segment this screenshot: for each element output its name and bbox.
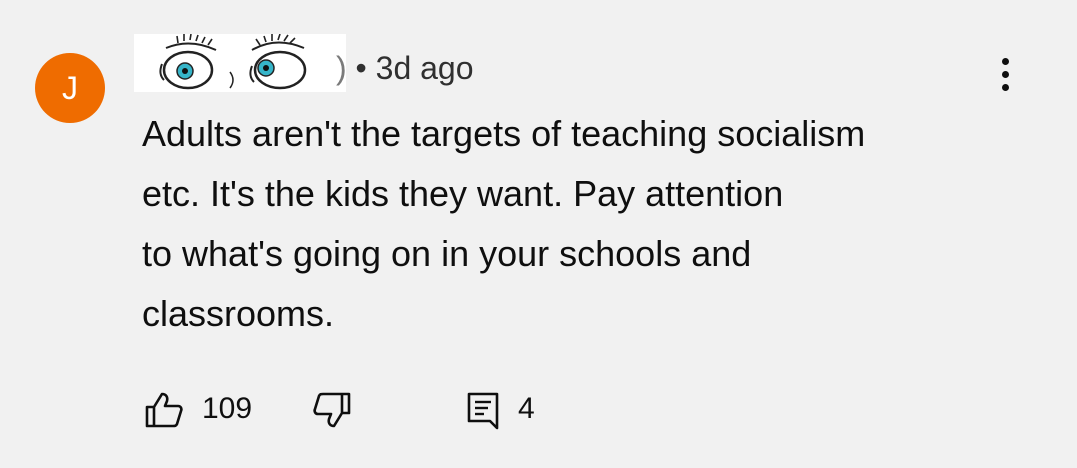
comment-line: Adults aren't the targets of teaching so… [142, 113, 866, 154]
comment-line: classrooms. [142, 293, 335, 334]
googly-eyes-icon [159, 34, 307, 90]
comment-line: to what's going on in your schools and [142, 233, 752, 274]
like-count: 109 [202, 392, 253, 425]
avatar[interactable]: J [35, 53, 105, 123]
reply-button[interactable]: 4 [466, 386, 566, 432]
comment-line: etc. It's the kids they want. Pay attent… [142, 173, 784, 214]
thumbs-up-icon [145, 392, 183, 428]
timestamp[interactable]: 3d ago [376, 50, 474, 86]
redacted-username-sticker [134, 34, 346, 92]
username-fragment: ) [336, 50, 347, 86]
comment-actions: 109 4 [144, 386, 564, 432]
like-button[interactable]: 109 [144, 386, 264, 432]
meta-separator: • [355, 50, 367, 86]
more-options-button[interactable] [985, 52, 1025, 96]
dislike-button[interactable] [312, 386, 356, 432]
comment-reply-icon [467, 392, 499, 430]
thumbs-down-icon [313, 392, 351, 428]
reply-count: 4 [518, 392, 535, 425]
comment-text: Adults aren't the targets of teaching so… [142, 104, 1042, 344]
comment-meta: ) • 3d ago [336, 50, 474, 87]
